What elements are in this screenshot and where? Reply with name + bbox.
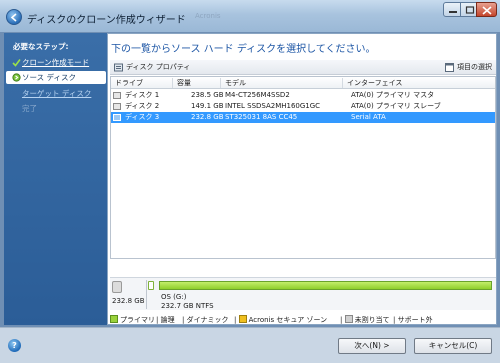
window-title: ディスクのクローン作成ウィザード xyxy=(27,15,186,26)
arrow-left-icon xyxy=(10,13,17,22)
cell-interface: ATA(0) プライマリ スレーブ xyxy=(351,102,441,110)
properties-icon xyxy=(114,63,123,72)
legend-secure-zone: | Acronis セキュア ゾーン xyxy=(234,315,328,324)
step-finish: 完了 xyxy=(6,102,106,115)
cell-drive: ディスク 1 xyxy=(125,91,160,99)
column-model[interactable]: モデル xyxy=(221,78,343,88)
disk-properties-button[interactable]: ディスク プロパティ xyxy=(114,62,190,73)
divider xyxy=(146,280,147,309)
legend-label: プライマリ xyxy=(120,316,155,324)
column-drive[interactable]: ドライブ xyxy=(111,78,173,88)
cancel-button[interactable]: キャンセル(C) xyxy=(414,338,492,354)
legend-dynamic: | ダイナミック xyxy=(182,316,229,324)
close-icon xyxy=(482,6,492,15)
step-clone-mode[interactable]: クローン作成モード xyxy=(6,56,106,69)
legend: プライマリ | 論理 | ダイナミック | Acronis セキュア ゾーン |… xyxy=(110,315,496,325)
column-interface[interactable]: インターフェイス xyxy=(343,78,495,88)
disk-table: ドライブ 容量 モデル インターフェイス ディスク 1 238.5 GB M4-… xyxy=(110,76,496,259)
disk-properties-label: ディスク プロパティ xyxy=(126,63,191,71)
choose-columns-label: 項目の選択 xyxy=(457,63,492,71)
cell-drive: ディスク 2 xyxy=(125,102,160,110)
cell-interface: Serial ATA xyxy=(351,113,386,121)
table-row-disk-2[interactable]: ディスク 2 149.1 GB INTEL SSDSA2MH160G1GC AT… xyxy=(111,101,495,112)
cell-model: M4-CT256M4SSD2 xyxy=(225,91,290,99)
legend-logical: | 論理 xyxy=(156,316,175,324)
toolbar: ディスク プロパティ 項目の選択 xyxy=(110,60,496,75)
maximize-icon xyxy=(465,6,475,14)
back-button[interactable] xyxy=(6,9,22,25)
hard-disk-icon xyxy=(112,281,122,293)
next-button[interactable]: 次へ(N) > xyxy=(338,338,406,354)
main-content: 下の一覧からソース ハード ディスクを選択してください。 ディスク プロパティ … xyxy=(107,33,497,325)
partition-label: OS (G:) xyxy=(161,293,187,301)
columns-icon xyxy=(445,63,454,72)
step-label: クローン作成モード xyxy=(22,58,90,67)
table-header: ドライブ 容量 モデル インターフェイス xyxy=(111,77,495,89)
cell-capacity: 149.1 GB xyxy=(191,102,224,110)
legend-label: サポート外 xyxy=(397,316,433,324)
step-label: 完了 xyxy=(22,104,37,113)
steps-panel: 必要なステップ: クローン作成モード ソース ディスク ターゲット ディスク 完… xyxy=(4,33,107,325)
step-label: ソース ディスク xyxy=(22,73,76,82)
cell-capacity: 238.5 GB xyxy=(191,91,224,99)
table-row-disk-1[interactable]: ディスク 1 238.5 GB M4-CT256M4SSD2 ATA(0) プラ… xyxy=(111,90,495,101)
disk-size: 232.8 GB xyxy=(112,297,145,305)
help-icon[interactable]: ? xyxy=(8,339,21,352)
step-target-disk[interactable]: ターゲット ディスク xyxy=(6,87,106,100)
hard-disk-icon xyxy=(113,103,121,110)
legend-unallocated: | 未割り当て xyxy=(340,315,390,324)
step-label: ターゲット ディスク xyxy=(22,89,92,98)
minimize-icon xyxy=(449,11,457,13)
title-ghost-text: Acronis xyxy=(195,12,221,20)
cell-capacity: 232.8 GB xyxy=(191,113,224,121)
bottom-bar: ? 次へ(N) > キャンセル(C) xyxy=(0,327,500,363)
cell-drive: ディスク 3 xyxy=(125,113,160,121)
legend-unsupported: | サポート外 xyxy=(393,316,433,324)
step-source-disk[interactable]: ソース ディスク xyxy=(6,71,106,84)
partition-bar[interactable] xyxy=(159,281,492,290)
cell-interface: ATA(0) プライマリ マスタ xyxy=(351,91,435,99)
steps-title: 必要なステップ: xyxy=(13,42,69,51)
legend-label: Acronis セキュア ゾーン xyxy=(248,316,328,324)
legend-label: 未割り当て xyxy=(354,316,390,324)
unallocated-swatch xyxy=(344,315,353,323)
page-heading: 下の一覧からソース ハード ディスクを選択してください。 xyxy=(111,44,376,55)
legend-label: 論理 xyxy=(160,316,175,324)
primary-swatch xyxy=(110,315,118,323)
hard-disk-icon xyxy=(113,114,121,121)
cell-model: ST325031 8AS CC45 xyxy=(225,113,298,121)
column-capacity[interactable]: 容量 xyxy=(173,78,221,88)
cell-model: INTEL SSDSA2MH160G1GC xyxy=(225,102,321,110)
disk-map: 232.8 GB OS (G:) 232.7 GB NTFS xyxy=(110,277,496,310)
secure-zone-swatch xyxy=(238,315,247,323)
table-row-disk-3[interactable]: ディスク 3 232.8 GB ST325031 8AS CC45 Serial… xyxy=(111,112,495,123)
close-button[interactable] xyxy=(476,2,497,17)
partition-detail: 232.7 GB NTFS xyxy=(161,302,214,310)
legend-primary: プライマリ xyxy=(110,315,155,325)
hard-disk-icon xyxy=(113,92,121,99)
partition-slot-icon xyxy=(148,281,154,290)
title-bar: ディスクのクローン作成ウィザード Acronis xyxy=(0,0,500,32)
minimize-button[interactable] xyxy=(443,2,461,17)
current-step-icon xyxy=(12,73,21,82)
choose-columns-button[interactable]: 項目の選択 xyxy=(445,62,492,73)
checkmark-icon xyxy=(12,59,21,67)
legend-label: ダイナミック xyxy=(186,316,229,324)
maximize-button[interactable] xyxy=(460,2,477,17)
